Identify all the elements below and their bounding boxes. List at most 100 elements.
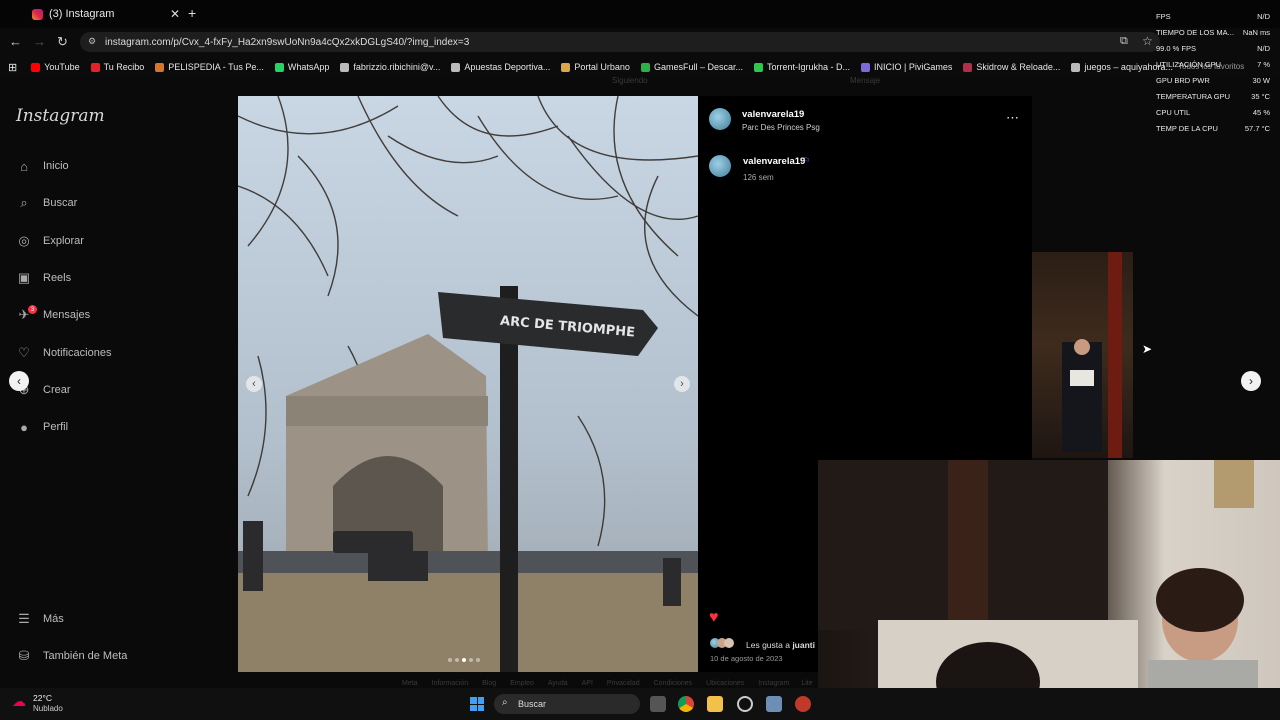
site-info-icon[interactable]: ⚙ <box>88 36 96 47</box>
footer-link[interactable]: Ayuda <box>548 680 568 687</box>
steam-icon[interactable] <box>737 696 753 712</box>
chevron-right-icon: › <box>680 378 684 390</box>
footer-link[interactable]: Empleo <box>510 680 534 687</box>
post-date: 10 de agosto de 2023 <box>710 654 783 663</box>
instagram-logo[interactable]: Instagram <box>16 106 105 126</box>
stat-label: TEMPERATURA GPU <box>1156 91 1231 101</box>
taskbar-search[interactable] <box>494 694 640 714</box>
bookmark-item[interactable]: Portal Urbano <box>561 62 630 72</box>
stat-value: N/D <box>1257 43 1270 53</box>
bookmark-favicon-icon <box>753 62 763 72</box>
menu-icon: ☰ <box>18 611 30 626</box>
webcam-overlay <box>818 460 1280 700</box>
photo-previous-button[interactable]: ‹ <box>246 376 262 392</box>
bookmark-item[interactable]: Skidrow & Reloade... <box>963 62 1060 72</box>
search-icon: ⌕ <box>502 697 508 708</box>
weather-description[interactable]: Nublado <box>33 704 63 713</box>
bookmark-star-icon[interactable]: ☆ <box>1142 34 1153 48</box>
bookmark-favicon-icon <box>451 62 461 72</box>
author-avatar[interactable] <box>709 108 731 130</box>
like-heart-icon[interactable]: ♥ <box>709 609 719 627</box>
browser-tab-bar: (3) Instagram ✕ + <box>0 0 1280 28</box>
task-view-icon[interactable] <box>650 696 666 712</box>
stat-value: 7 % <box>1257 59 1270 69</box>
sidebar-item-label: Buscar <box>43 197 78 209</box>
back-arrow-icon[interactable]: ← <box>9 34 22 49</box>
sidebar-item-buscar[interactable]: ⌕ Buscar <box>16 195 77 211</box>
footer-link[interactable]: Blog <box>482 680 496 687</box>
footer-link[interactable]: Condiciones <box>654 680 693 687</box>
cast-icon[interactable]: ⧉ <box>1120 35 1128 48</box>
bookmark-favicon-icon <box>340 62 350 72</box>
bookmark-item[interactable]: INICIO | PiviGames <box>861 62 952 72</box>
carousel-dot <box>476 658 480 662</box>
forward-arrow-icon[interactable]: → <box>33 34 46 49</box>
sidebar-item-label: También de Meta <box>43 650 128 662</box>
sidebar-item-reels[interactable]: ▣ Reels <box>16 270 71 286</box>
stat-value: NaN ms <box>1242 27 1270 37</box>
app-icon[interactable] <box>766 696 782 712</box>
sidebar-item-more[interactable]: ☰ Más <box>16 611 64 627</box>
apps-grid-icon[interactable]: ⊞ <box>8 61 17 74</box>
chrome-icon[interactable] <box>678 696 694 712</box>
performance-overlay: FPS N/D TIEMPO DE LOS MA... NaN ms 99.0 % FP… <box>1156 8 1270 136</box>
stat-label: TIEMPO DE LOS MA... <box>1156 27 1234 37</box>
weather-icon[interactable]: ☁ <box>12 693 26 710</box>
messages-badge: 3 <box>28 305 37 314</box>
bookmark-label: Tu Recibo <box>103 62 145 72</box>
stat-row: GPU BRD PWR 30 W <box>1156 72 1270 88</box>
weather-temperature[interactable]: 22°C <box>33 693 52 703</box>
footer-link[interactable]: Información <box>432 680 469 687</box>
footer-link[interactable]: Ubicaciones <box>706 680 744 687</box>
bookmark-item[interactable]: WhatsApp <box>274 62 330 72</box>
stat-value: 45 % <box>1252 107 1270 117</box>
bookmark-favicon-icon <box>561 62 571 72</box>
browser-tab[interactable]: (3) Instagram ✕ <box>8 3 180 25</box>
footer-link[interactable]: Meta <box>402 680 418 687</box>
home-icon: ⌂ <box>20 158 28 174</box>
stat-label: FPS <box>1156 11 1171 21</box>
bookmark-item[interactable]: Apuestas Deportiva... <box>451 62 550 72</box>
sidebar-item-explorar[interactable]: ◎ Explorar <box>16 233 84 249</box>
close-tab-icon[interactable]: ✕ <box>170 7 180 21</box>
caption-username[interactable]: valenvarela19 <box>743 156 805 167</box>
bookmark-item[interactable]: PELISPEDIA - Tus Pe... <box>155 62 264 72</box>
photo-next-button[interactable]: › <box>674 376 690 392</box>
bookmark-item[interactable]: fabrizzio.ribichini@v... <box>340 62 440 72</box>
carousel-dots <box>448 658 480 662</box>
bookmark-favicon-icon <box>640 62 650 72</box>
bookmark-item[interactable]: Torrent-Igrukha - D... <box>753 62 850 72</box>
next-post-preview[interactable] <box>1032 252 1133 458</box>
bookmark-item[interactable]: Tu Recibo <box>90 62 145 72</box>
windows-start-icon[interactable] <box>470 697 484 711</box>
file-explorer-icon[interactable] <box>707 696 723 712</box>
caption-avatar[interactable] <box>709 155 731 177</box>
next-post-button[interactable]: › <box>1241 371 1261 391</box>
recording-app-icon[interactable] <box>795 696 811 712</box>
bookmark-label: WhatsApp <box>287 62 330 72</box>
sidebar-item-notificaciones[interactable]: ♡ Notificaciones <box>16 345 111 361</box>
compass-icon: ◎ <box>18 233 30 248</box>
sidebar-item-meta[interactable]: ⛁ También de Meta <box>16 648 128 664</box>
previous-post-button[interactable]: ‹ <box>9 371 29 391</box>
post-photo: ARC DE TRIOMPHE ‹ › <box>238 96 698 672</box>
more-options-icon[interactable]: ⋯ <box>1006 110 1019 126</box>
author-username[interactable]: valenvarela19 <box>742 109 804 120</box>
bookmark-label: Torrent-Igrukha - D... <box>766 62 850 72</box>
sidebar-item-inicio[interactable]: ⌂ Inicio <box>16 158 69 174</box>
likes-user[interactable]: juanti <box>792 640 815 650</box>
stat-row: 99.0 % FPS N/D <box>1156 40 1270 56</box>
bookmark-item[interactable]: GamesFull – Descar... <box>640 62 743 72</box>
footer-link[interactable]: Instagram Lite <box>758 680 812 687</box>
post-location[interactable]: Parc Des Princes Psg <box>742 123 820 132</box>
likes-text[interactable]: Les gusta a juanti <box>746 640 815 650</box>
sidebar-item-perfil[interactable]: ● Perfil <box>16 419 68 435</box>
bookmark-label: Portal Urbano <box>574 62 630 72</box>
reload-icon[interactable]: ↻ <box>57 34 68 50</box>
footer-link[interactable]: Privacidad <box>607 680 640 687</box>
bookmark-item[interactable]: YouTube <box>31 62 80 72</box>
heart-icon: ♡ <box>18 345 30 360</box>
footer-link[interactable]: API <box>582 680 593 687</box>
new-tab-icon[interactable]: + <box>188 5 196 21</box>
taskbar-search-label: Buscar <box>518 699 547 709</box>
